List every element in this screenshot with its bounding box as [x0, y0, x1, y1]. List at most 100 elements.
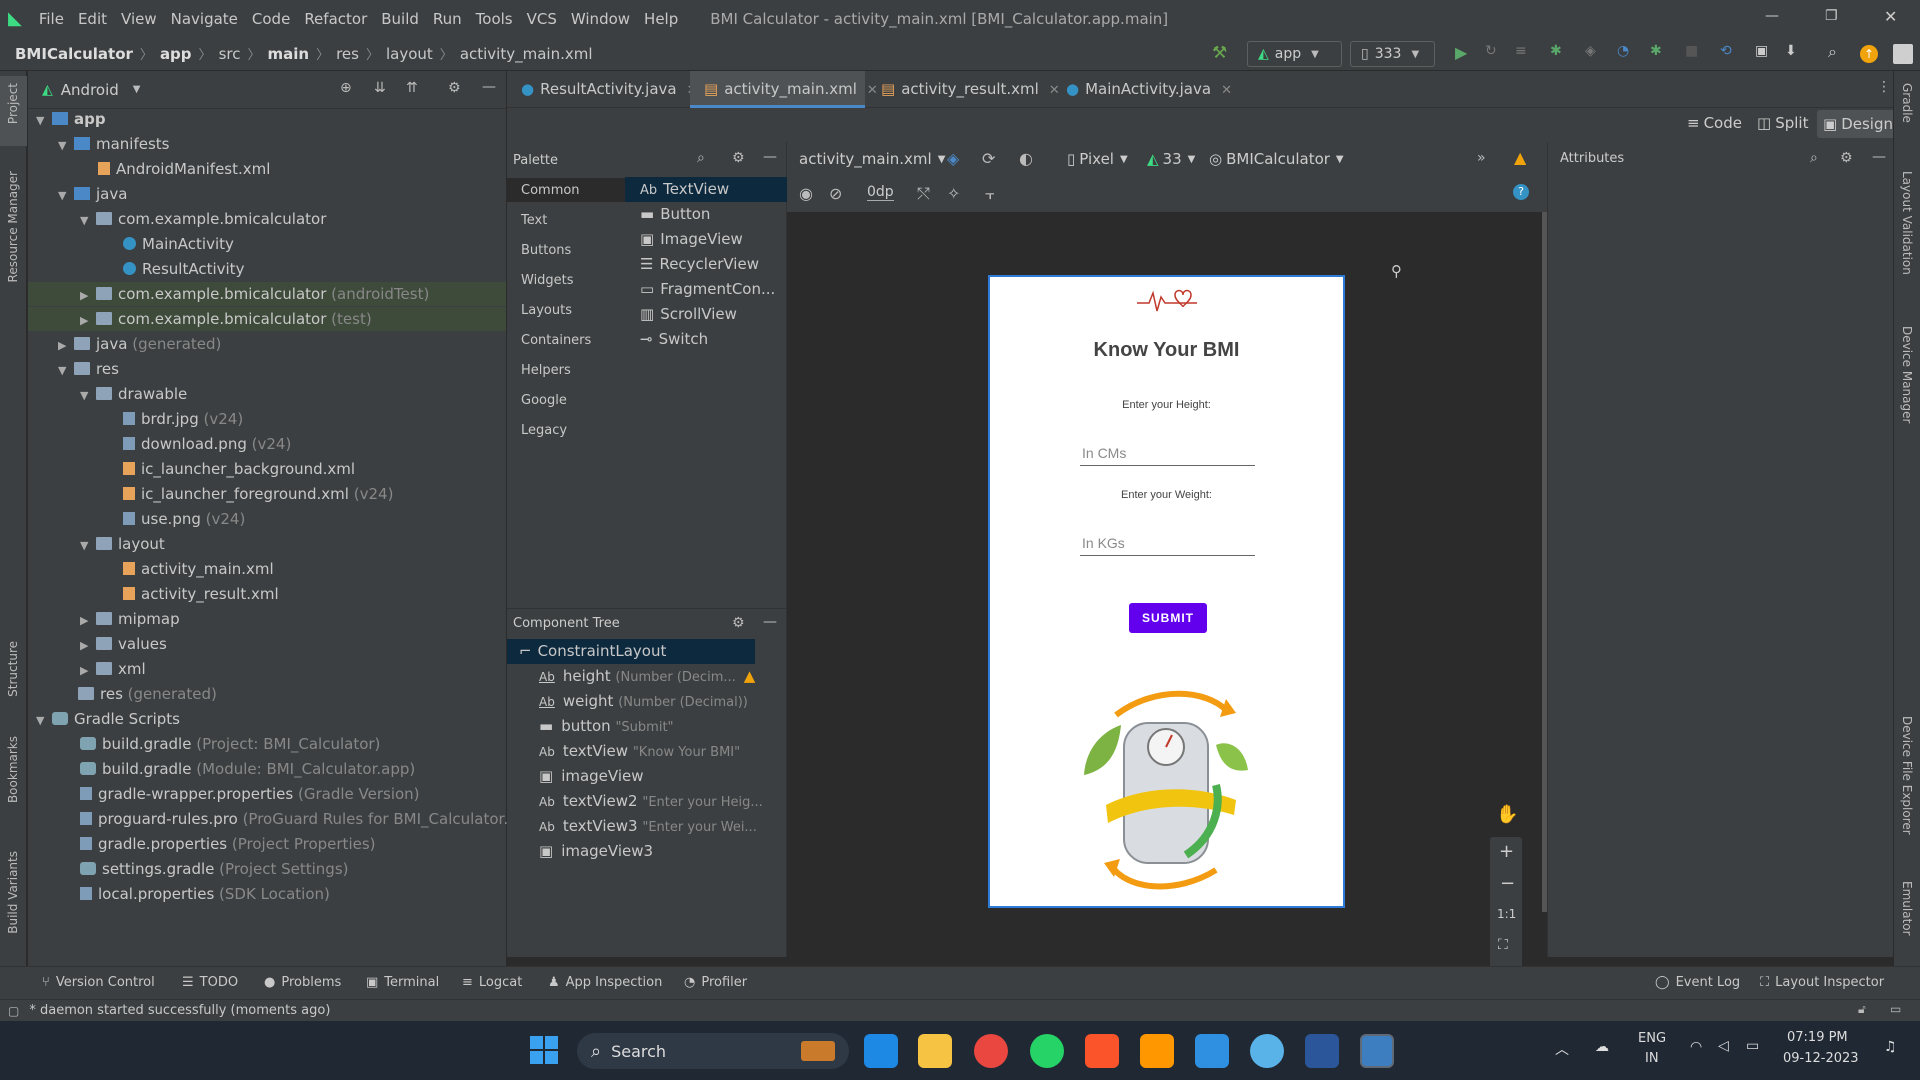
tool-window-emulator[interactable]: Emulator [1900, 881, 1914, 936]
phone-preview[interactable]: Know Your BMI Enter your Height: In CMs … [988, 275, 1345, 908]
more-tabs-icon[interactable]: ⋮ [1877, 79, 1891, 95]
tree-item-xml[interactable]: ▶ xml [80, 657, 146, 681]
palette-category-text[interactable]: Text [521, 213, 547, 228]
tool-window-device-manager[interactable]: Device Manager [1900, 326, 1914, 423]
tree-item-package-main[interactable]: ▼ com.example.bmicalculator [80, 207, 326, 231]
gear-icon[interactable]: ⚙ [732, 615, 745, 631]
preview-title[interactable]: Know Your BMI [990, 339, 1343, 362]
tree-item-gradle-wrapper[interactable]: gradle-wrapper.properties (Gradle Versio… [80, 782, 420, 806]
preview-height-label[interactable]: Enter your Height: [990, 399, 1343, 411]
component-height[interactable]: Ab height (Number (Decim... ▲ [539, 664, 755, 689]
more-options-icon[interactable]: » [1477, 150, 1486, 166]
coverage-icon[interactable]: ◈ [1585, 43, 1596, 59]
bottom-tab-event-log[interactable]: ◯ Event Log [1655, 975, 1740, 990]
menu-tools[interactable]: Tools [469, 10, 520, 28]
menu-vcs[interactable]: VCS [520, 10, 564, 28]
breadcrumb-src[interactable]: src [219, 45, 241, 63]
breadcrumb-project[interactable]: BMICalculator [15, 45, 133, 63]
close-icon[interactable]: ✕ [1221, 83, 1232, 98]
menu-edit[interactable]: Edit [71, 10, 114, 28]
component-constraintlayout[interactable]: ⌐ ConstraintLayout [519, 639, 666, 664]
expand-all-icon[interactable]: ⇊ [374, 80, 386, 96]
sdk-manager-icon[interactable]: ⬇ [1785, 43, 1797, 59]
tree-item-settings-gradle[interactable]: settings.gradle (Project Settings) [80, 857, 349, 881]
view-mode-code[interactable]: ≡ Code [1687, 114, 1742, 132]
tree-item-gradle-scripts[interactable]: ▼ Gradle Scripts [36, 707, 180, 731]
hide-icon[interactable]: — [482, 79, 496, 95]
breadcrumb-module[interactable]: app [160, 45, 192, 63]
tree-item-values[interactable]: ▶ values [80, 632, 167, 656]
zoom-actual-size[interactable]: 1:1 [1497, 907, 1516, 921]
locate-icon[interactable]: ⊕ [340, 80, 352, 96]
language-indicator[interactable]: ENG [1638, 1031, 1666, 1046]
tree-item-activity-result[interactable]: activity_result.xml [123, 582, 279, 606]
orientation-icon[interactable]: ⟳ [982, 149, 995, 168]
stop-icon[interactable]: ■ [1685, 43, 1698, 59]
tree-item-mipmap[interactable]: ▶ mipmap [80, 607, 180, 631]
tab-resultactivity[interactable]: ●ResultActivity.java✕ [507, 71, 698, 108]
cloud-sync-icon[interactable]: ☁ [1595, 1039, 1609, 1055]
battery-icon[interactable]: ▭ [1746, 1038, 1759, 1054]
volume-icon[interactable]: ◁ [1718, 1038, 1729, 1054]
tree-item-drawable[interactable]: ▼ drawable [80, 382, 187, 406]
tree-item-manifests[interactable]: ▼ manifests [58, 132, 170, 156]
palette-category-google[interactable]: Google [521, 393, 567, 408]
pin-icon[interactable]: ⚲ [1391, 262, 1402, 280]
clear-constraints-icon[interactable]: ⤲ [917, 184, 930, 204]
gear-icon[interactable]: ⚙ [732, 150, 745, 166]
palette-item-button[interactable]: ▬ Button [640, 202, 710, 227]
zoom-to-fit-icon[interactable]: ⛶ [1498, 937, 1508, 953]
wifi-icon[interactable]: ◠ [1690, 1039, 1702, 1055]
device-select[interactable]: ▯ 333 ▼ [1350, 41, 1435, 67]
windows-start-icon[interactable] [530, 1036, 558, 1064]
menu-window[interactable]: Window [564, 10, 637, 28]
view-mode-split[interactable]: ◫ Split [1757, 114, 1808, 132]
infer-constraints-icon[interactable]: ✧ [947, 184, 960, 203]
preview-submit-button[interactable]: SUBMIT [1129, 603, 1207, 633]
file-explorer-icon[interactable] [918, 1034, 952, 1068]
tab-mainactivity[interactable]: ● MainActivity.java ✕ [1052, 71, 1232, 108]
component-textview3[interactable]: Ab textView3 "Enter your Wei... [539, 814, 757, 839]
palette-category-buttons[interactable]: Buttons [521, 243, 571, 258]
autoconnect-icon[interactable]: ⊘ [829, 184, 842, 203]
tree-item-local-properties[interactable]: local.properties (SDK Location) [80, 882, 330, 906]
tool-window-bookmarks[interactable]: Bookmarks [6, 736, 20, 803]
bottom-tab-terminal[interactable]: ▣ Terminal [366, 975, 439, 990]
bottom-tab-problems[interactable]: ● Problems [264, 975, 341, 990]
notifications-icon[interactable]: ▭ [1890, 1002, 1901, 1016]
notification-bell-icon[interactable]: ♫ [1884, 1039, 1897, 1055]
bottom-tab-layout-inspector[interactable]: ⛶ Layout Inspector [1760, 975, 1884, 990]
breadcrumb-main[interactable]: main [267, 45, 309, 63]
tree-item-download[interactable]: download.png (v24) [123, 432, 291, 456]
preview-weight-input[interactable]: In KGs [1080, 530, 1255, 556]
avatar[interactable] [1893, 44, 1913, 64]
tool-window-layout-validation[interactable]: Layout Validation [1900, 171, 1914, 275]
pan-icon[interactable]: ✋ [1496, 804, 1518, 825]
tab-activity-result[interactable]: ▤ activity_result.xml ✕ [867, 71, 1060, 108]
collapse-all-icon[interactable]: ⇈ [406, 80, 418, 96]
bottom-tab-logcat[interactable]: ≡ Logcat [462, 975, 522, 990]
tree-item-mainactivity[interactable]: MainActivity [123, 232, 234, 256]
tree-item-package-test[interactable]: ▶ com.example.bmicalculator (test) [28, 307, 506, 331]
night-mode-icon[interactable]: ◐ [1019, 149, 1033, 168]
component-imageview[interactable]: ▣ imageView [539, 764, 644, 789]
minimize-icon[interactable]: — [1765, 8, 1779, 24]
component-imageview3[interactable]: ▣ imageView3 [539, 839, 653, 864]
tree-item-ic-launcher-background[interactable]: ic_launcher_background.xml [123, 457, 355, 481]
tool-window-device-file-explorer[interactable]: Device File Explorer [1900, 716, 1914, 835]
tree-item-app[interactable]: ▼ app [36, 107, 106, 131]
debug-icon[interactable]: ✱ [1550, 43, 1562, 59]
help-icon[interactable]: ? [1513, 184, 1529, 200]
chevron-up-icon[interactable]: ︿ [1555, 1039, 1569, 1059]
breadcrumb-res[interactable]: res [336, 45, 359, 63]
zoom-in-icon[interactable]: + [1499, 841, 1514, 862]
gear-icon[interactable]: ⚙ [1840, 150, 1853, 166]
palette-item-textview[interactable]: Ab TextView [640, 177, 729, 202]
tree-item-build-gradle-project[interactable]: build.gradle (Project: BMI_Calculator) [80, 732, 380, 756]
tree-item-java[interactable]: ▼ java [58, 182, 127, 206]
preview-height-input[interactable]: In CMs [1080, 440, 1255, 466]
tool-window-project[interactable]: Project [6, 83, 20, 124]
warning-icon[interactable]: ▲ [1514, 148, 1526, 167]
word-icon[interactable] [1305, 1034, 1339, 1068]
run-config-select[interactable]: ◭ app ▼ [1247, 41, 1342, 67]
